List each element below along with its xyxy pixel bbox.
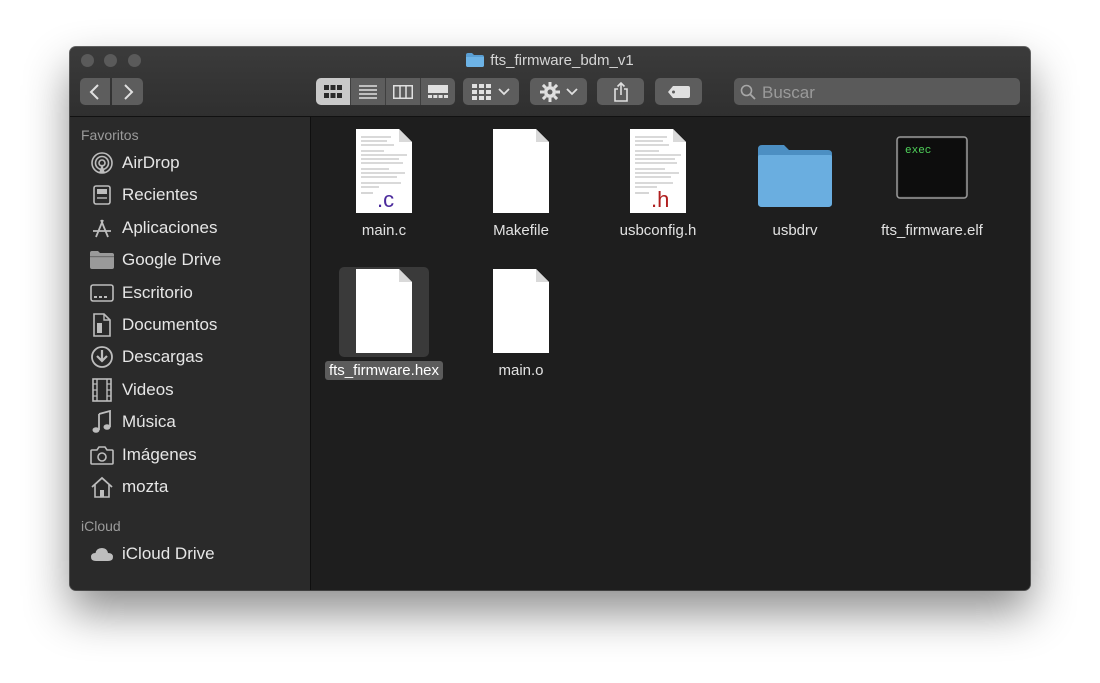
airdrop-icon: [90, 151, 114, 175]
sidebar-item-label: Música: [122, 412, 176, 431]
folder-icon: [466, 53, 485, 73]
file-item[interactable]: .h usbconfig.h: [589, 127, 727, 240]
sidebar-item-google-drive[interactable]: Google Drive: [90, 245, 221, 275]
sidebar-item-airdrop[interactable]: AirDrop: [90, 148, 180, 178]
file-type-badge: .h: [651, 187, 669, 212]
sidebar-item-mozta[interactable]: mozta: [90, 472, 168, 502]
file-browser: .c main.c Makefile .h usbconfig.h usbdrv…: [311, 117, 1030, 590]
documents-icon: [90, 313, 114, 337]
applications-icon: [90, 216, 114, 240]
forward-button[interactable]: [112, 78, 143, 105]
sidebar-item-documentos[interactable]: Documentos: [90, 310, 217, 340]
file-name: fts_firmware.hex: [324, 361, 444, 380]
file-item[interactable]: .c main.c: [315, 127, 453, 240]
share-icon: [613, 81, 628, 102]
file-name: usbconfig.h: [619, 222, 697, 239]
camera-icon: [90, 443, 114, 467]
search-icon: [740, 84, 756, 100]
sidebar-item-label: Recientes: [122, 185, 198, 204]
back-button[interactable]: [80, 78, 110, 105]
gallery-view-button[interactable]: [421, 78, 455, 105]
document-icon: [476, 127, 566, 217]
chevron-right-icon: [123, 83, 133, 100]
file-item[interactable]: Makefile: [452, 127, 590, 240]
c-header-file-icon: .h: [613, 127, 703, 217]
column-view-button[interactable]: [386, 78, 421, 105]
file-name: fts_firmware.elf: [881, 222, 983, 239]
tags-button[interactable]: [655, 78, 702, 105]
window-title-text: fts_firmware_bdm_v1: [490, 52, 634, 69]
document-icon: [339, 267, 429, 357]
sidebar-item-label: Google Drive: [122, 250, 222, 269]
gear-icon: [539, 81, 560, 102]
sidebar-item-label: iCloud Drive: [122, 544, 215, 563]
downloads-icon: [90, 345, 114, 369]
sidebar-item-videos[interactable]: Videos: [90, 375, 174, 405]
sidebar-section-favorites: Favoritos: [81, 127, 139, 143]
sidebar-item-musica[interactable]: Música: [90, 407, 176, 437]
search-input[interactable]: [760, 78, 1014, 107]
icon-grid-icon: [324, 84, 342, 98]
executable-icon: exec: [887, 127, 977, 217]
share-button[interactable]: [597, 78, 644, 105]
music-note-icon: [90, 410, 114, 434]
title-bar: fts_firmware_bdm_v1: [70, 47, 1030, 117]
file-name: Makefile: [493, 222, 549, 239]
sidebar: Favoritos AirDrop Recientes Aplicaciones…: [70, 117, 311, 590]
group-grid-icon: [472, 83, 491, 100]
sidebar-item-descargas[interactable]: Descargas: [90, 342, 203, 372]
file-item[interactable]: main.o: [452, 267, 590, 380]
sidebar-item-label: Aplicaciones: [122, 218, 218, 237]
folder-icon: [90, 248, 114, 272]
finder-window: fts_firmware_bdm_v1 Buscar Favoritos Air…: [70, 47, 1030, 590]
sidebar-item-label: Imágenes: [122, 445, 197, 464]
file-type-badge: .c: [377, 187, 394, 212]
sidebar-item-escritorio[interactable]: Escritorio: [90, 278, 193, 308]
home-icon: [90, 475, 114, 499]
icon-view-button[interactable]: [316, 78, 351, 105]
group-by-button[interactable]: [463, 78, 519, 105]
c-source-file-icon: .c: [339, 127, 429, 217]
sidebar-item-label: mozta: [122, 477, 169, 496]
view-mode-control: [316, 78, 455, 105]
file-item-selected[interactable]: fts_firmware.hex: [315, 267, 453, 380]
sidebar-item-label: Descargas: [122, 347, 204, 366]
cloud-icon: [90, 542, 114, 566]
chevron-down-icon: [565, 87, 578, 95]
list-icon: [359, 84, 377, 99]
recents-icon: [90, 183, 114, 207]
film-icon: [90, 378, 114, 402]
chevron-left-icon: [89, 83, 99, 100]
columns-icon: [393, 84, 413, 99]
sidebar-section-icloud: iCloud: [81, 518, 121, 534]
chevron-down-icon: [498, 87, 510, 95]
list-view-button[interactable]: [351, 78, 386, 105]
file-name: main.c: [361, 222, 407, 239]
sidebar-item-label: Documentos: [122, 315, 218, 334]
sidebar-item-label: AirDrop: [122, 153, 180, 172]
sidebar-item-label: Videos: [122, 380, 174, 399]
sidebar-item-icloud-drive[interactable]: iCloud Drive: [90, 539, 215, 569]
sidebar-item-aplicaciones[interactable]: Aplicaciones: [90, 213, 217, 243]
file-item[interactable]: exec fts_firmware.elf: [863, 127, 1001, 240]
folder-icon: [750, 127, 840, 217]
tag-icon: [667, 85, 690, 98]
file-type-badge: exec: [905, 145, 931, 157]
sidebar-item-recientes[interactable]: Recientes: [90, 180, 198, 210]
search-field[interactable]: [734, 78, 1020, 107]
window-title: fts_firmware_bdm_v1: [70, 51, 1030, 73]
sidebar-item-label: Escritorio: [122, 283, 193, 302]
document-icon: [476, 267, 566, 357]
desktop-icon: [90, 281, 114, 305]
file-name: main.o: [498, 362, 544, 379]
action-menu-button[interactable]: [530, 78, 587, 105]
file-name: usbdrv: [772, 222, 818, 239]
folder-item[interactable]: usbdrv: [726, 127, 864, 240]
sidebar-item-imagenes[interactable]: Imágenes: [90, 440, 197, 470]
gallery-icon: [428, 84, 448, 98]
